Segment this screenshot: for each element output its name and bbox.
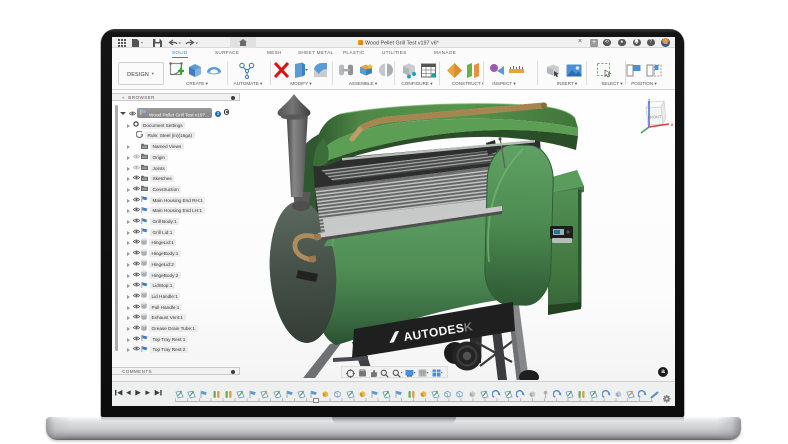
svg-text:Z: Z (648, 99, 651, 104)
svg-text:x: x (671, 122, 674, 127)
